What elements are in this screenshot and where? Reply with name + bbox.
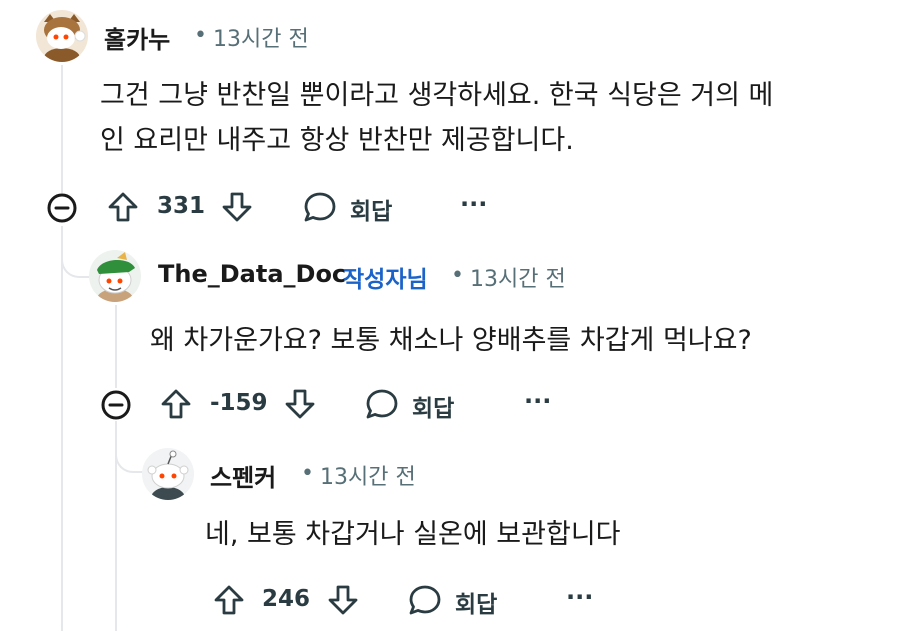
collapse-minus-circle-icon[interactable]: [46, 192, 78, 224]
downvote-arrow-down-icon[interactable]: [283, 387, 317, 421]
avatar[interactable]: [142, 448, 194, 500]
comment-username[interactable]: The_Data_Doc: [158, 260, 346, 288]
avatar-snoo-icon: [147, 450, 189, 500]
meta-separator: •: [301, 461, 314, 486]
comment-timestamp: 13시간 전: [213, 27, 309, 52]
vote-score: -159: [210, 390, 268, 416]
reply-button[interactable]: 회답: [412, 389, 454, 423]
more-options-ellipsis-icon[interactable]: ···: [460, 190, 487, 218]
reply-speech-bubble-icon[interactable]: [302, 189, 338, 225]
avatar-snoo-icon: [97, 252, 135, 302]
comment-body: 왜 차가운가요? 보통 채소나 양배추를 차갑게 먹나요?: [150, 318, 880, 363]
collapse-minus-circle-icon[interactable]: [100, 389, 132, 421]
avatar-snoo-icon: [44, 14, 86, 62]
upvote-arrow-up-icon[interactable]: [159, 387, 193, 421]
thread-line: [115, 305, 117, 388]
vote-score: 246: [262, 586, 311, 612]
comment-timestamp: 13시간 전: [470, 267, 566, 292]
more-options-ellipsis-icon[interactable]: ···: [524, 387, 551, 415]
reply-speech-bubble-icon[interactable]: [364, 386, 400, 422]
upvote-arrow-up-icon[interactable]: [212, 583, 246, 617]
downvote-arrow-down-icon[interactable]: [220, 190, 254, 224]
comment-body: 네, 보통 차갑거나 실온에 보관합니다: [205, 512, 885, 557]
avatar[interactable]: [89, 250, 141, 302]
comment-body: 그건 그냥 반찬일 뿐이라고 생각하세요. 한국 식당은 거의 메 인 요리만 …: [100, 73, 880, 163]
thread-connector: [115, 421, 144, 473]
thread-line: [61, 65, 63, 193]
upvote-arrow-up-icon[interactable]: [106, 190, 140, 224]
comment-body-line: 네, 보통 차갑거나 실온에 보관합니다: [205, 519, 621, 550]
reply-button[interactable]: 회답: [350, 192, 392, 226]
avatar[interactable]: [36, 10, 88, 62]
comment-body-line: 왜 차가운가요? 보통 채소나 양배추를 차갑게 먹나요?: [150, 325, 752, 356]
reply-button[interactable]: 회답: [455, 585, 497, 619]
meta-separator: •: [451, 263, 464, 288]
meta-separator: •: [194, 23, 207, 48]
comment-timestamp: 13시간 전: [320, 465, 416, 490]
reply-speech-bubble-icon[interactable]: [407, 582, 443, 618]
vote-score: 331: [157, 193, 206, 219]
thread-line: [61, 226, 63, 631]
downvote-arrow-down-icon[interactable]: [326, 583, 360, 617]
op-badge: 작성자님: [343, 267, 428, 293]
comment-body-line: 그건 그냥 반찬일 뿐이라고 생각하세요. 한국 식당은 거의 메: [100, 80, 774, 111]
comment-username[interactable]: 홀카누: [104, 20, 170, 55]
comment-username[interactable]: 스펜커: [210, 458, 276, 493]
comment-body-line: 인 요리만 내주고 항상 반찬만 제공합니다.: [100, 125, 574, 156]
more-options-ellipsis-icon[interactable]: ···: [566, 583, 593, 611]
thread-connector: [61, 226, 91, 278]
